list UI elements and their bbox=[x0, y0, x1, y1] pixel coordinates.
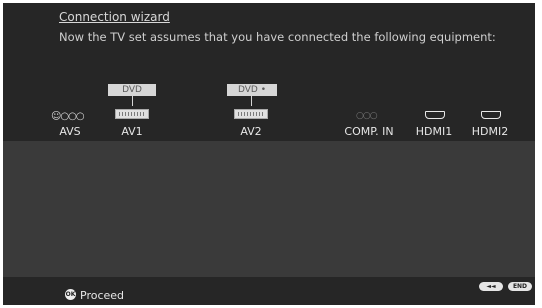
component-icon: ○○○ bbox=[356, 111, 378, 121]
content-area bbox=[3, 141, 535, 277]
port-label-av1[interactable]: AV1 bbox=[97, 125, 167, 138]
port-label-avs[interactable]: AVS bbox=[35, 125, 105, 138]
tv-screen: Connection wizard Now the TV set assumes… bbox=[0, 0, 542, 308]
device-tag-av2: DVD • bbox=[227, 84, 277, 96]
scart-icon bbox=[115, 109, 149, 119]
hdmi-icon bbox=[481, 111, 501, 119]
device-link-av2 bbox=[251, 96, 252, 106]
port-label-comp-in[interactable]: COMP. IN bbox=[334, 125, 404, 138]
wizard-message: Now the TV set assumes that you have con… bbox=[59, 30, 496, 44]
port-label-av2[interactable]: AV2 bbox=[216, 125, 286, 138]
device-tag-av1: DVD bbox=[108, 84, 156, 96]
wizard-title: Connection wizard bbox=[59, 10, 170, 24]
port-label-hdmi2[interactable]: HDMI2 bbox=[455, 125, 525, 138]
ok-key-icon[interactable]: OK bbox=[65, 289, 76, 300]
hdmi-icon bbox=[425, 111, 445, 119]
proceed-label[interactable]: Proceed bbox=[80, 289, 124, 302]
end-key-icon[interactable]: END bbox=[508, 282, 532, 291]
avs-icon: ☺○○○ bbox=[51, 111, 85, 122]
wizard-panel bbox=[3, 3, 535, 305]
scart-icon bbox=[234, 109, 268, 119]
rewind-key-icon[interactable]: ◄◄ bbox=[479, 282, 503, 291]
device-link-av1 bbox=[132, 96, 133, 106]
